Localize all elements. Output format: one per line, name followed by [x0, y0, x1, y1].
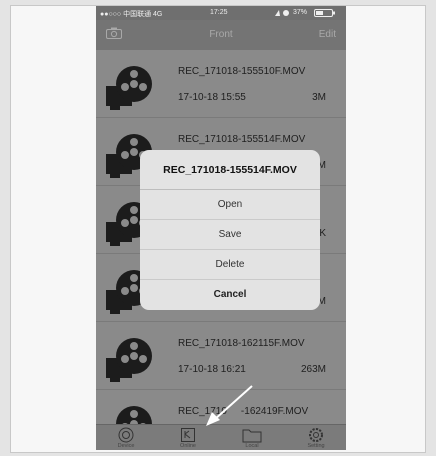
tab-label: Online	[180, 443, 196, 449]
tab-label: Setting	[307, 443, 325, 449]
dialog-title: REC_171018-155514F.MOV	[140, 150, 320, 190]
battery-percent: 37%	[293, 9, 308, 16]
file-size: 263M	[300, 364, 326, 375]
list-item[interactable]: REC_171018-162115F.MOV 17-10-18 16:21 26…	[96, 322, 346, 390]
tab-local[interactable]: Local	[222, 427, 282, 450]
folder-icon	[242, 429, 262, 443]
tab-setting[interactable]: Setting	[286, 427, 346, 450]
file-name: REC_171018-155514F.MOV	[178, 134, 306, 145]
navigation-bar: Front Edit	[96, 20, 346, 50]
file-size: 3M	[312, 92, 326, 103]
save-button[interactable]: Save	[140, 220, 320, 250]
delete-button[interactable]: Delete	[140, 250, 320, 280]
open-button[interactable]: Open	[140, 190, 320, 220]
edit-button[interactable]: Edit	[319, 29, 336, 40]
clock: 17:25	[210, 9, 228, 16]
action-sheet-dialog: REC_171018-155514F.MOV Open Save Delete …	[140, 150, 320, 310]
carrier-label: ●●○○○ 中国联通 4G	[100, 11, 163, 18]
file-date: 17-10-18 15:55	[178, 92, 246, 103]
film-reel-icon	[106, 338, 152, 382]
cancel-button[interactable]: Cancel	[140, 280, 320, 310]
battery-icon	[314, 9, 335, 17]
pointer-arrow-icon	[206, 385, 253, 426]
tab-online[interactable]: Online	[158, 427, 218, 450]
tab-label: Local	[245, 443, 259, 449]
file-name: REC_171018-162115F.MOV	[178, 338, 305, 349]
online-icon	[181, 428, 195, 442]
tab-label: Device	[117, 443, 135, 449]
tab-device[interactable]: Device	[96, 427, 156, 450]
list-item[interactable]: REC_171018-155510F.MOV 17-10-18 15:55 3M	[96, 50, 346, 118]
film-reel-icon	[106, 66, 152, 110]
device-icon	[118, 427, 134, 443]
page-title: Front	[209, 29, 233, 40]
file-name: REC_171018-155510F.MOV	[178, 66, 306, 77]
location-alarm-icon	[275, 10, 289, 16]
gear-icon	[309, 428, 323, 442]
status-bar: ●●○○○ 中国联通 4G 17:25 37%	[96, 6, 346, 20]
file-date: 17-10-18 16:21	[178, 364, 246, 375]
